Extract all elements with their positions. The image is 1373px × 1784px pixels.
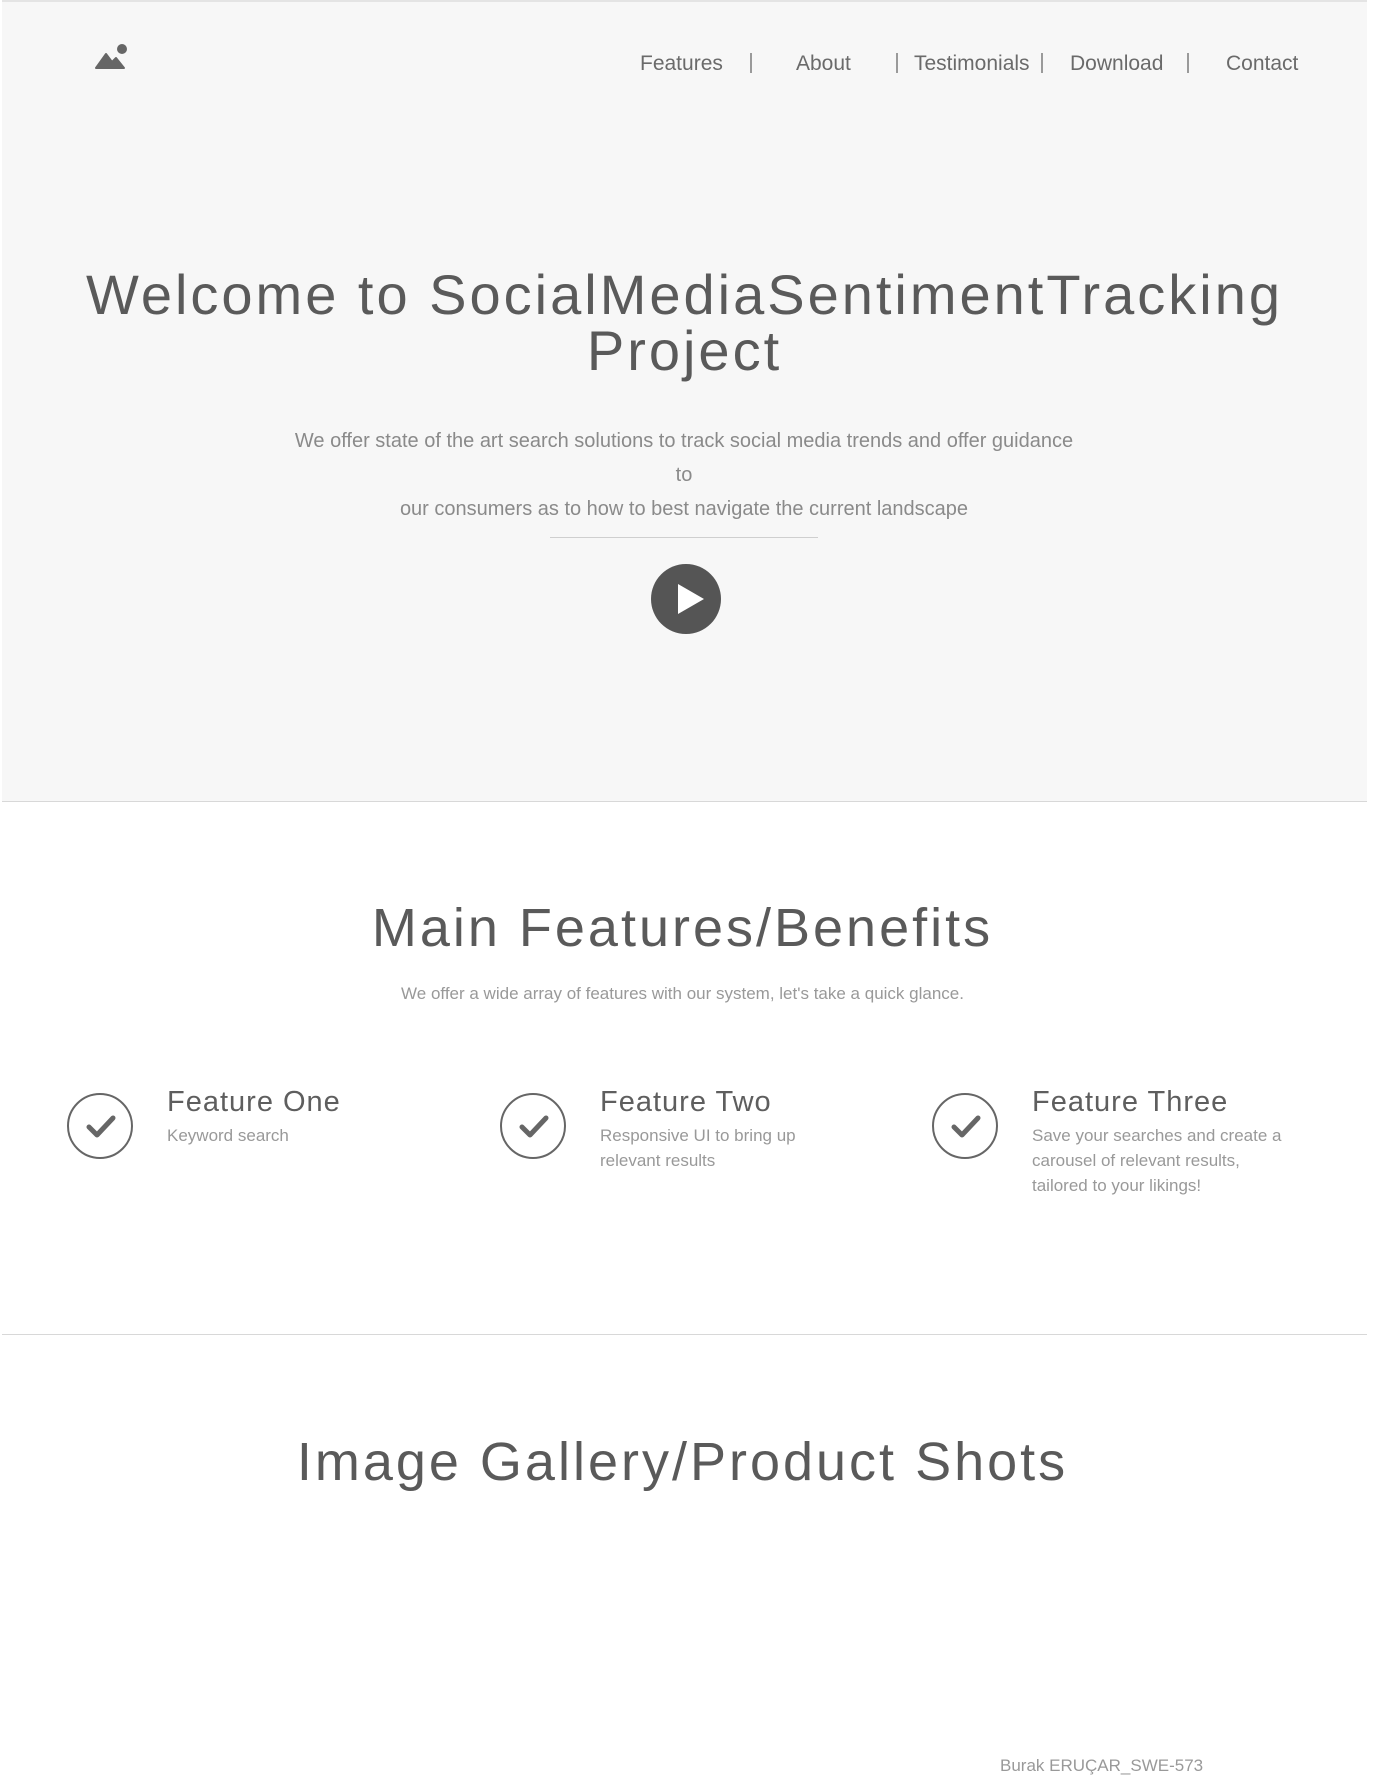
gallery-section-title: Image Gallery/Product Shots: [296, 1432, 1069, 1492]
features-section-subtitle: We offer a wide array of features with o…: [401, 984, 964, 1003]
hero-title: Welcome to SocialMediaSentimentTracking …: [2, 267, 1367, 379]
check-icon: [67, 1093, 133, 1159]
feature-item-two: Feature Two Responsive UI to bring up re…: [500, 1085, 900, 1205]
feature-description: Save your searches and create a carousel…: [1032, 1126, 1282, 1195]
feature-item-one: Feature One Keyword search: [67, 1085, 467, 1205]
hero-description-line2: our consumers as to how to best navigate…: [399, 498, 969, 520]
hero-title-line1: Welcome to SocialMediaSentimentTracking: [85, 263, 1284, 326]
feature-description: Responsive UI to bring up relevant resul…: [600, 1126, 796, 1170]
nav-item-features[interactable]: Features: [640, 50, 723, 78]
nav-separator: [1187, 53, 1189, 73]
hero-section: Features About Testimonials Download Con…: [2, 0, 1367, 802]
nav-item-contact[interactable]: Contact: [1226, 50, 1298, 78]
features-section-title: Main Features/Benefits: [371, 898, 994, 958]
feature-item-three: Feature Three Save your searches and cre…: [932, 1085, 1332, 1205]
section-divider: [2, 1334, 1367, 1335]
hero-description: We offer state of the art search solutio…: [288, 424, 1080, 526]
footer-credit: Burak ERUÇAR_SWE-573: [1000, 1756, 1204, 1775]
feature-title: Feature One: [167, 1086, 341, 1118]
nav-item-testimonials[interactable]: Testimonials: [914, 50, 1030, 78]
nav-item-about[interactable]: About: [796, 50, 851, 78]
hero-description-line1: We offer state of the art search solutio…: [294, 430, 1074, 486]
feature-description: Keyword search: [167, 1126, 289, 1145]
nav-separator: [1041, 53, 1043, 73]
check-icon: [500, 1093, 566, 1159]
nav-separator: [750, 53, 752, 73]
main-nav: Features About Testimonials Download Con…: [2, 50, 1367, 78]
hero-title-line2: Project: [586, 319, 783, 382]
check-icon: [932, 1093, 998, 1159]
page: Features About Testimonials Download Con…: [0, 0, 1373, 1784]
nav-separator: [896, 53, 898, 73]
hero-divider: [550, 537, 818, 538]
feature-title: Feature Two: [600, 1086, 772, 1118]
play-button[interactable]: [651, 564, 721, 634]
nav-item-download[interactable]: Download: [1070, 50, 1163, 78]
feature-title: Feature Three: [1032, 1086, 1229, 1118]
